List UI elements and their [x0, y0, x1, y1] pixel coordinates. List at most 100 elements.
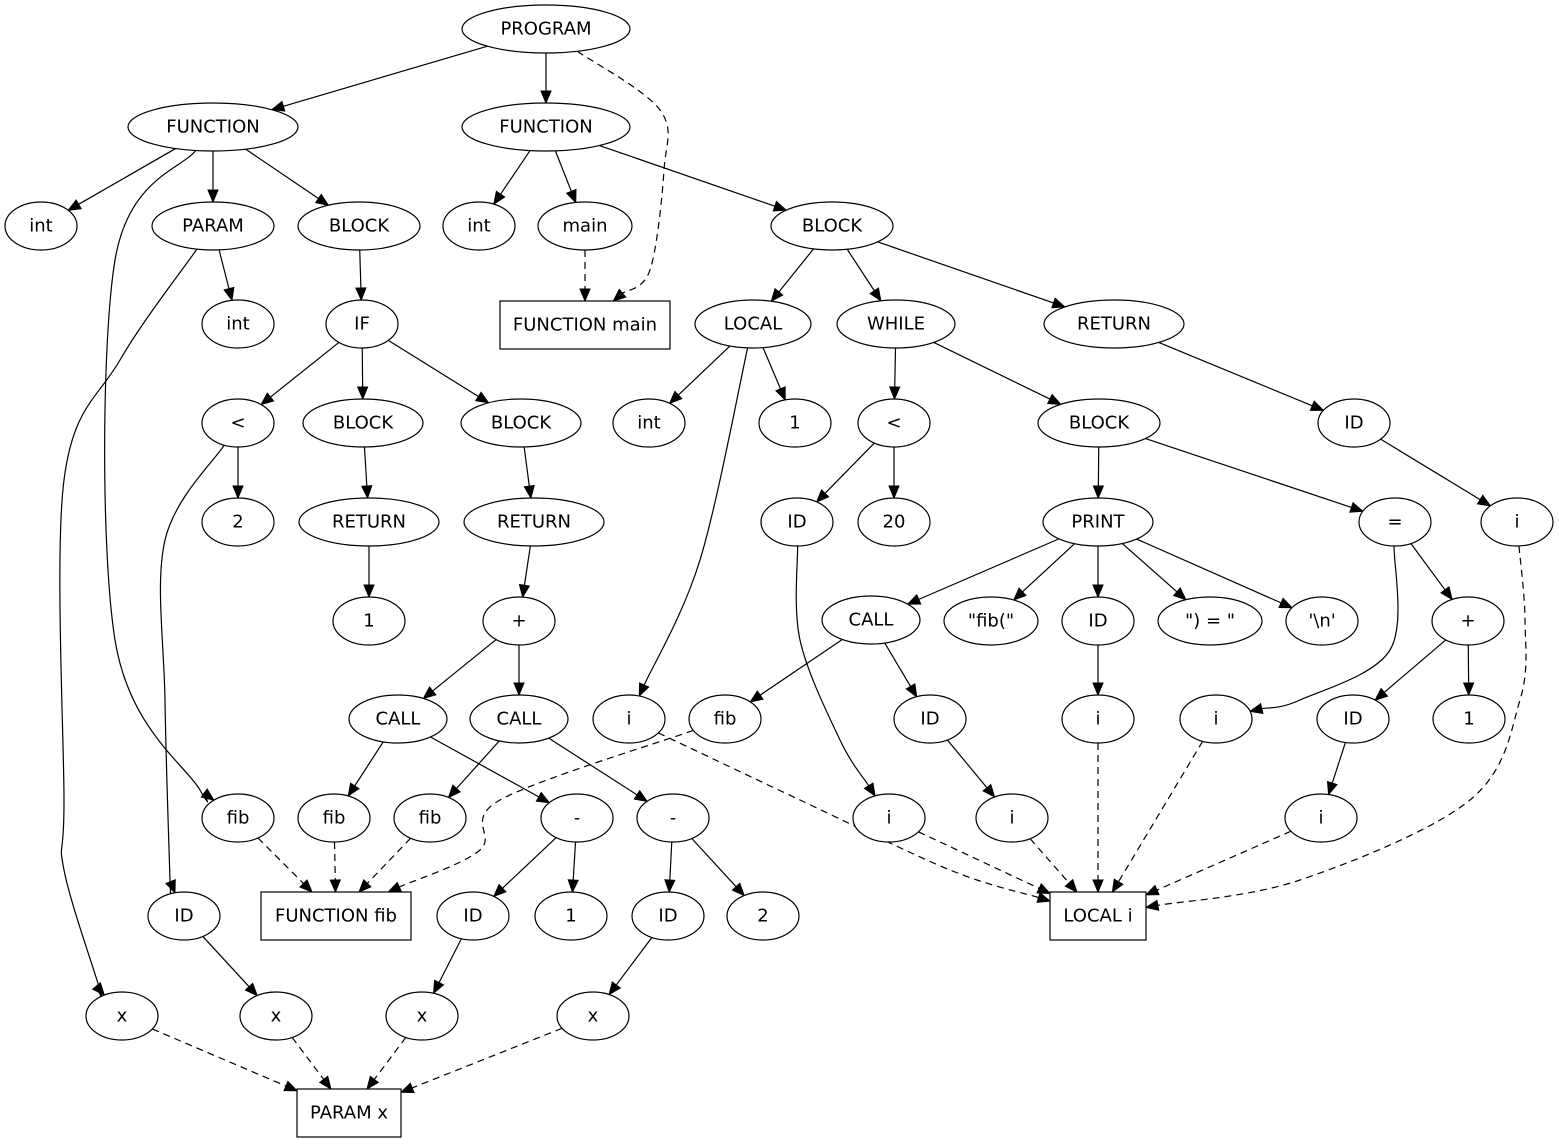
tree-edge-if-to-lt1 — [260, 341, 340, 406]
ast-node-ret1: RETURN — [298, 497, 440, 547]
ast-node-lt1_2: 2 — [201, 497, 275, 547]
arrowhead-icon — [493, 190, 506, 206]
arrowhead-icon — [1374, 687, 1389, 701]
node-label: PARAM x — [310, 1103, 388, 1124]
arrowhead-icon — [329, 879, 342, 894]
node-label: = — [1387, 512, 1402, 533]
ast-node-call2_fib: fib — [393, 793, 467, 843]
node-label: < — [230, 413, 245, 434]
edge-line — [643, 347, 749, 686]
ast-node-callp_id: ID — [893, 694, 967, 744]
arrowhead-icon — [432, 979, 445, 995]
ast-node-f2_main: main — [537, 201, 633, 251]
edge-line — [245, 148, 319, 200]
nodes-layer: PROGRAM FUNCTION FUNCTION int PARAM BLOCK int m… — [4, 4, 1554, 1138]
edge-line — [291, 1037, 325, 1080]
edge-line — [759, 638, 843, 696]
node-label: 1 — [363, 611, 374, 632]
node-label: BLOCK — [333, 413, 394, 434]
tree-edge-lt2_id-to-lt2_i — [795, 545, 876, 797]
edge-line — [270, 341, 340, 398]
ast-node-minus1: - — [540, 793, 614, 843]
edge-line — [946, 739, 988, 789]
edge-line — [523, 446, 530, 487]
ast-node-program: PROGRAM — [461, 4, 631, 54]
edge-line — [1331, 742, 1346, 784]
edge-line — [1121, 543, 1178, 593]
ast-node-ret2: RETURN — [463, 497, 605, 547]
arrowhead-icon — [207, 189, 219, 204]
node-label: x — [271, 1006, 282, 1027]
arrowhead-icon — [770, 287, 784, 303]
node-label: fib — [419, 808, 442, 829]
reference-edge-callp_i-to-local_box — [1029, 838, 1078, 893]
ast-node-assign_i: i — [1179, 694, 1253, 744]
edge-line — [363, 446, 368, 487]
ast-node-local_i: i — [592, 694, 666, 744]
edge-line — [59, 248, 198, 999]
tree-edge-print-to-print_id — [1092, 546, 1104, 599]
arrowhead-icon — [567, 879, 579, 894]
node-label: BLOCK — [329, 216, 390, 237]
arrowhead-icon — [1092, 682, 1104, 697]
node-label: RETURN — [497, 512, 571, 533]
ast-node-func1: FUNCTION — [127, 102, 299, 152]
node-label: i — [1514, 512, 1519, 533]
ast-node-minus2_id: ID — [631, 891, 705, 941]
edge-line — [918, 538, 1060, 600]
edge-line — [795, 545, 870, 787]
tree-edge-plus2-to-plus2_1 — [1462, 644, 1475, 697]
arrowhead-icon — [518, 583, 531, 599]
arrowhead-icon — [1326, 780, 1338, 796]
arrowhead-icon — [749, 690, 764, 703]
ast-node-plus1: + — [482, 596, 556, 646]
ast-node-while: WHILE — [836, 299, 956, 349]
tree-edge-ret1-to-ret1_1 — [363, 546, 375, 599]
edge-line — [576, 50, 669, 294]
ast-node-ret1_1: 1 — [332, 596, 406, 646]
arrowhead-icon — [355, 287, 367, 302]
node-label: LOCAL i — [1063, 906, 1132, 927]
ast-node-if_block2: BLOCK — [460, 398, 582, 448]
node-label: FUNCTION main — [513, 315, 657, 336]
arrowhead-icon — [888, 485, 900, 500]
reference-edge-plus2_i-to-local_box — [1144, 830, 1292, 896]
edge-line — [432, 639, 497, 692]
ast-node-lt1_x: x — [239, 991, 313, 1041]
tree-edge-if_block1-to-ret1 — [361, 446, 373, 500]
ast-node-call1: CALL — [348, 694, 448, 744]
arrowhead-icon — [1309, 400, 1325, 411]
tree-edge-minus1-to-minus1_id — [492, 837, 557, 898]
ast-node-plus2_id: ID — [1316, 694, 1390, 744]
arrowhead-icon — [1111, 878, 1124, 894]
node-label: ID — [463, 906, 482, 927]
node-label: BLOCK — [491, 413, 552, 434]
ast-node-lt1_id: ID — [147, 891, 221, 941]
tree-edge-ret2-to-plus1 — [518, 545, 531, 599]
tree-edge-while-to-lt2 — [888, 347, 901, 401]
node-label: ID — [658, 906, 677, 927]
edge-line — [500, 150, 531, 195]
ast-node-lt2: < — [857, 398, 931, 448]
edge-line — [894, 347, 897, 388]
edge-line — [762, 347, 782, 390]
edge-line — [1136, 538, 1282, 604]
ast-node-ret_id: ID — [1317, 398, 1391, 448]
edge-line — [438, 938, 462, 983]
tree-edge-if-to-if_block1 — [356, 347, 369, 401]
arrowhead-icon — [1036, 882, 1052, 895]
ast-node-str_eq: ") = " — [1157, 596, 1263, 646]
edge-line — [1410, 543, 1446, 591]
reference-edge-f2_main-to-func_main — [579, 250, 591, 303]
ast-node-while_block: BLOCK — [1037, 398, 1161, 448]
ast-node-lt1: < — [201, 398, 275, 448]
node-label: fib — [227, 808, 250, 829]
arrowhead-icon — [1046, 393, 1062, 405]
node-label: ID — [174, 906, 193, 927]
tree-edge-program-to-func1 — [270, 45, 488, 112]
tree-edge-func2-to-f2_block — [599, 144, 788, 212]
ast-node-call_p: CALL — [821, 595, 921, 645]
arrowhead-icon — [200, 788, 215, 801]
tree-edge-call1-to-call1_fib — [347, 741, 384, 798]
tree-edge-lt2-to-lt2_id — [815, 442, 875, 503]
